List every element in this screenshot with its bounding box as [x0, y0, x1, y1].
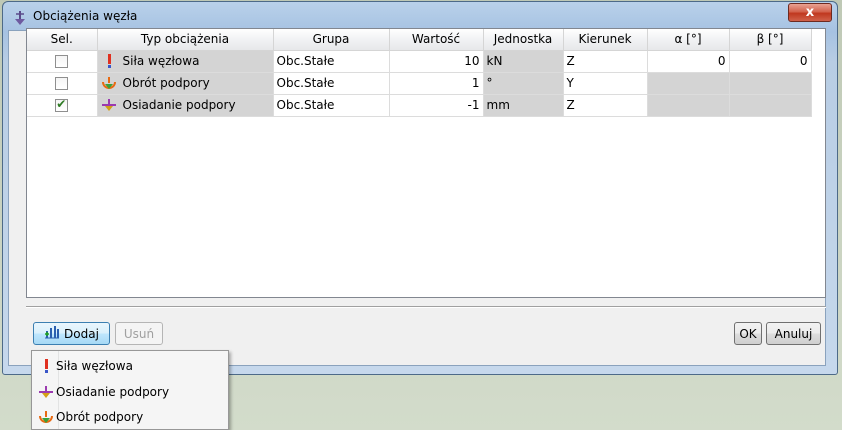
direction-cell[interactable]: Z — [563, 94, 648, 117]
add-load-icon — [44, 325, 60, 342]
add-button-label: Dodaj — [64, 326, 99, 341]
check-mark-icon: ✔ — [56, 97, 67, 111]
direction-cell[interactable]: Z — [563, 50, 648, 73]
table-row[interactable]: ✔ Osiadanie podpory Obc.Stałe -1 mm Z — [27, 94, 812, 117]
beta-cell — [729, 72, 812, 95]
cancel-button-label: Anuluj — [774, 326, 813, 341]
group-cell[interactable]: Obc.Stałe — [273, 72, 390, 95]
sel-cell[interactable] — [27, 72, 98, 95]
loads-table: Sel. Typ obciążenia Grupa Wartość Jednos… — [27, 29, 812, 117]
col-header-beta[interactable]: β [°] — [729, 29, 812, 51]
alpha-cell[interactable]: 0 — [647, 50, 730, 73]
type-label: Siła węzłowa — [122, 54, 200, 68]
divider — [26, 306, 826, 308]
value-cell[interactable]: 1 — [389, 72, 484, 95]
unit-cell: mm — [483, 94, 564, 117]
value-cell[interactable]: 10 — [389, 50, 484, 73]
type-cell[interactable]: Osiadanie podpory — [97, 94, 274, 117]
window-title: Obciążenia węzła — [33, 9, 138, 23]
sel-cell[interactable] — [27, 50, 98, 73]
select-checkbox[interactable] — [55, 77, 69, 90]
menu-item-label: Obrót podpory — [56, 409, 144, 424]
alpha-cell — [647, 72, 730, 95]
menu-item-settlement[interactable]: Osiadanie podpory — [34, 381, 226, 402]
remove-button-label: Usuń — [123, 326, 155, 341]
ok-button-label: OK — [739, 326, 757, 341]
support-settlement-icon — [101, 97, 117, 113]
add-button[interactable]: Dodaj — [33, 322, 110, 345]
group-cell[interactable]: Obc.Stałe — [273, 50, 390, 73]
remove-button[interactable]: Usuń — [115, 322, 163, 345]
table-row[interactable]: Siła węzłowa Obc.Stałe 10 kN Z 0 0 — [27, 50, 812, 73]
support-settlement-icon — [38, 384, 54, 400]
col-header-sel[interactable]: Sel. — [27, 29, 98, 51]
menu-item-label: Siła węzłowa — [56, 358, 133, 373]
unit-cell: kN — [483, 50, 564, 73]
support-rotation-icon — [38, 409, 54, 425]
group-cell[interactable]: Obc.Stałe — [273, 94, 390, 117]
table-header-row: Sel. Typ obciążenia Grupa Wartość Jednos… — [27, 29, 812, 51]
col-header-direction[interactable]: Kierunek — [563, 29, 648, 51]
support-rotation-icon — [101, 75, 117, 91]
close-button[interactable]: x — [788, 3, 832, 22]
force-icon — [101, 53, 117, 69]
beta-cell — [729, 94, 812, 117]
type-cell[interactable]: Siła węzłowa — [97, 50, 274, 73]
loads-grid: Sel. Typ obciążenia Grupa Wartość Jednos… — [26, 28, 826, 298]
col-header-value[interactable]: Wartość — [389, 29, 484, 51]
force-icon — [38, 358, 54, 374]
sel-cell[interactable]: ✔ — [27, 94, 98, 117]
col-header-type[interactable]: Typ obciążenia — [97, 29, 274, 51]
select-checkbox-checked[interactable]: ✔ — [55, 97, 69, 112]
cancel-button[interactable]: Anuluj — [766, 322, 821, 345]
col-header-alpha[interactable]: α [°] — [647, 29, 730, 51]
type-label: Obrót podpory — [122, 76, 210, 90]
direction-cell[interactable]: Y — [563, 72, 648, 95]
node-load-icon — [13, 10, 27, 26]
col-header-unit[interactable]: Jednostka — [483, 29, 564, 51]
beta-cell[interactable]: 0 — [729, 50, 812, 73]
type-label: Osiadanie podpory — [122, 98, 236, 112]
select-checkbox[interactable] — [55, 55, 69, 68]
menu-item-force[interactable]: Siła węzłowa — [34, 355, 226, 376]
ok-button[interactable]: OK — [734, 322, 762, 345]
menu-item-rotation[interactable]: Obrót podpory — [34, 406, 226, 427]
type-cell[interactable]: Obrót podpory — [97, 72, 274, 95]
unit-cell: ° — [483, 72, 564, 95]
col-header-group[interactable]: Grupa — [273, 29, 390, 51]
value-cell[interactable]: -1 — [389, 94, 484, 117]
add-load-dropdown-menu: Siła węzłowa Osiadanie podpory Obrót pod… — [31, 350, 229, 430]
table-row[interactable]: Obrót podpory Obc.Stałe 1 ° Y — [27, 72, 812, 95]
close-icon: x — [805, 5, 815, 20]
alpha-cell — [647, 94, 730, 117]
menu-item-label: Osiadanie podpory — [56, 384, 170, 399]
